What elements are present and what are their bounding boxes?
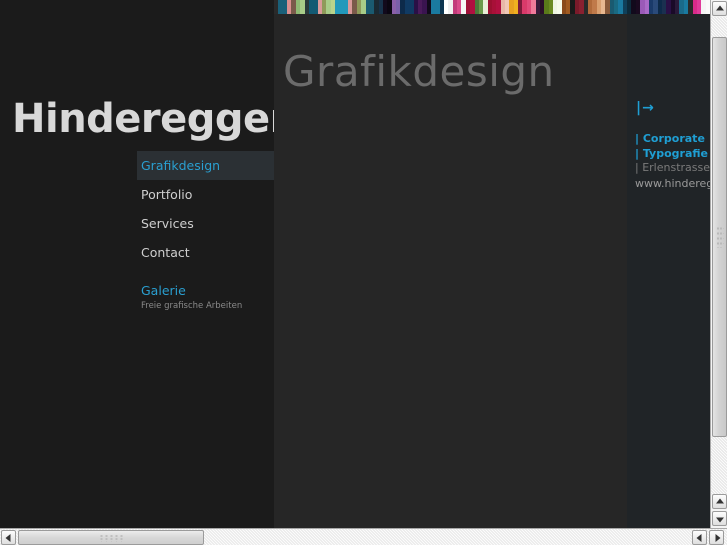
scroll-left-button-right-end[interactable]: [692, 530, 707, 545]
info-line-address: | Erlenstrasse: [635, 161, 710, 174]
vertical-scroll-trough-upper[interactable]: [711, 17, 727, 37]
main-navigation: Grafikdesign Portfolio Services Contact …: [137, 151, 274, 312]
nav-item-grafikdesign[interactable]: Grafikdesign: [137, 151, 274, 180]
triangle-right-icon: [715, 533, 720, 542]
triangle-up-icon: [715, 498, 724, 503]
nav-item-galerie-label: Galerie: [141, 283, 186, 298]
contact-info-block: | Corporate | Typografie | Erlenstrasse …: [635, 132, 710, 191]
nav-item-galerie[interactable]: Galerie Freie grafische Arbeiten: [137, 283, 274, 312]
nav-item-contact[interactable]: Contact: [137, 238, 274, 267]
browser-window: Hinderegger Grafikdesign Portfolio Servi…: [0, 0, 727, 545]
triangle-down-icon: [715, 517, 724, 522]
info-line-typografie: | Typografie: [635, 146, 708, 160]
page-viewport: Hinderegger Grafikdesign Portfolio Servi…: [0, 0, 710, 528]
left-sidebar: Hinderegger Grafikdesign Portfolio Servi…: [0, 0, 289, 528]
info-line-website[interactable]: www.hinderegg: [635, 177, 710, 192]
info-side-panel: |→ | Corporate | Typografie | Erlenstras…: [627, 14, 710, 528]
vertical-scrollbar[interactable]: [710, 0, 727, 528]
triangle-up-icon: [715, 5, 724, 10]
scroll-up-button-bottom[interactable]: [712, 494, 727, 509]
triangle-left-icon: [696, 533, 701, 542]
panel-expand-arrow-icon[interactable]: |→: [636, 100, 655, 116]
horizontal-scroll-thumb[interactable]: [18, 530, 204, 545]
nav-item-portfolio[interactable]: Portfolio: [137, 180, 274, 209]
scroll-thumb-grip-icon: [99, 534, 123, 541]
site-brand-title: Hinderegger: [12, 96, 289, 142]
color-stripe-bar: [274, 0, 710, 14]
info-line-corporate: | Corporate: [635, 132, 705, 145]
triangle-left-icon: [5, 533, 10, 542]
page-title: Grafikdesign: [283, 47, 555, 96]
scroll-thumb-grip-icon: [716, 226, 723, 248]
scroll-right-button[interactable]: [709, 530, 724, 545]
horizontal-scrollbar[interactable]: [0, 528, 727, 545]
scroll-down-button[interactable]: [712, 511, 727, 526]
scroll-left-button[interactable]: [1, 530, 16, 545]
vertical-scroll-trough-lower[interactable]: [711, 437, 727, 494]
nav-item-galerie-subtitle: Freie grafische Arbeiten: [141, 301, 243, 311]
scroll-up-button-top[interactable]: [712, 1, 727, 16]
vertical-scroll-thumb[interactable]: [712, 37, 727, 437]
nav-item-services[interactable]: Services: [137, 209, 274, 238]
